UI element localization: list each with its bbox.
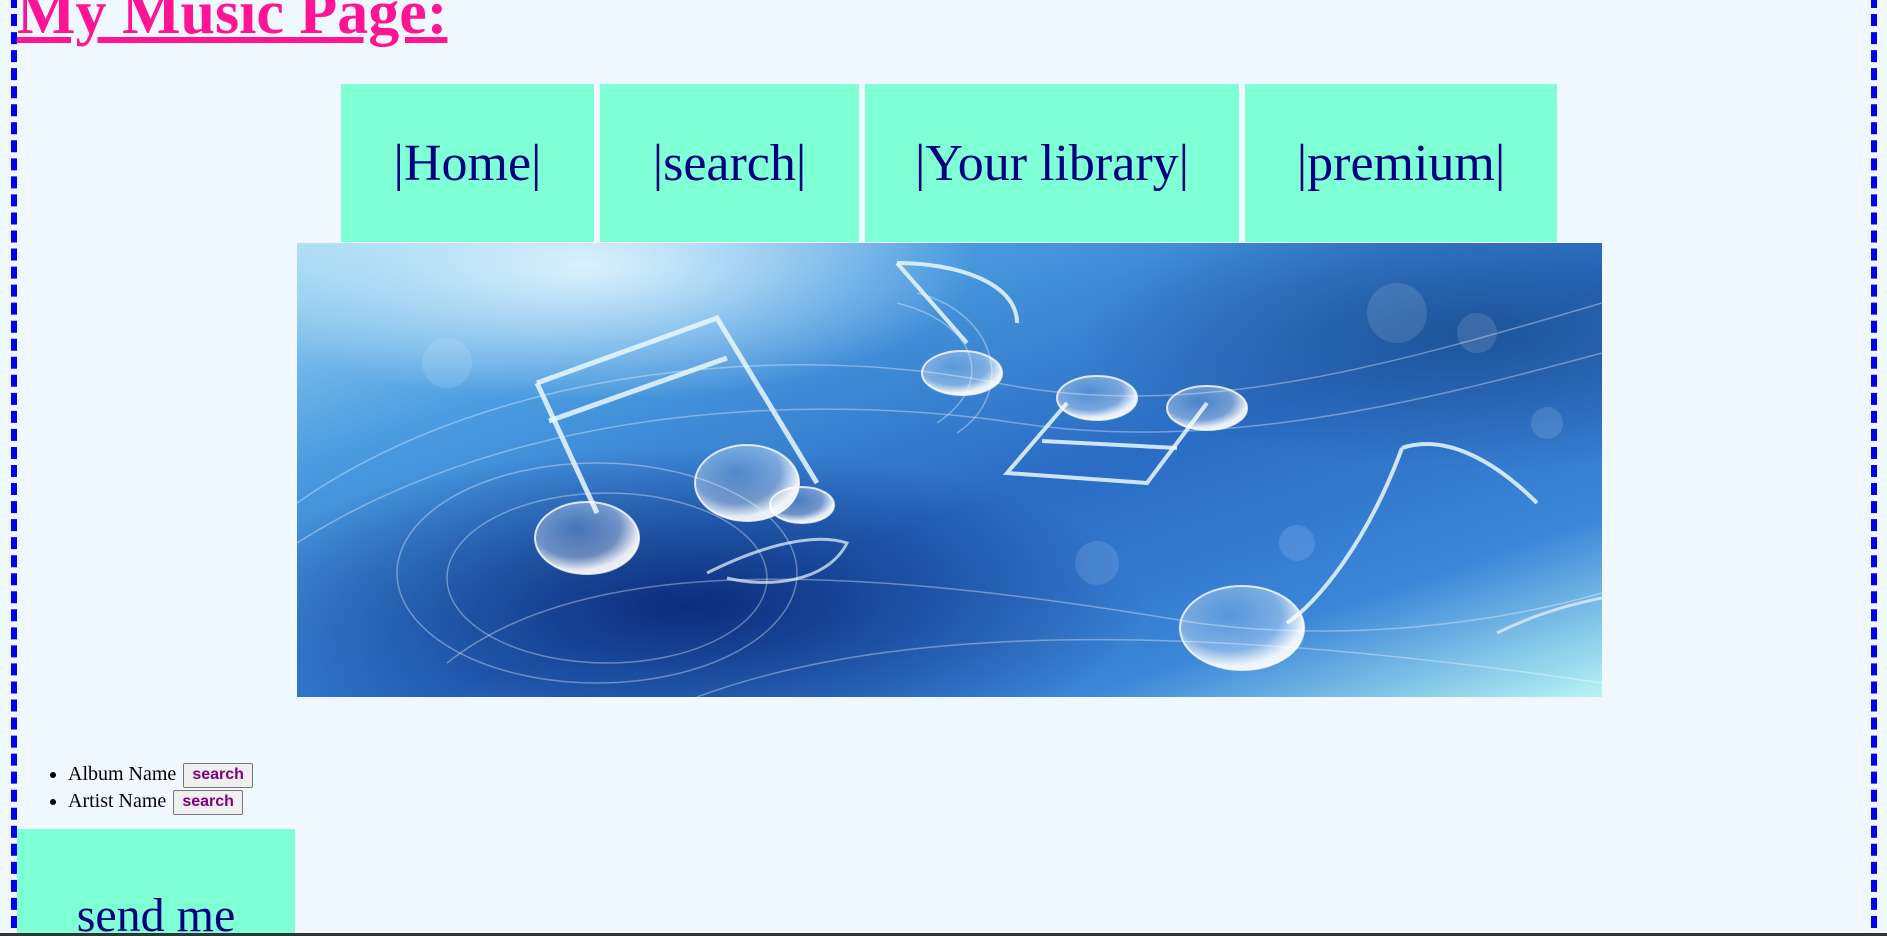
list-item: Artist Name search — [68, 788, 253, 815]
artist-search-button[interactable]: search — [173, 789, 243, 815]
nav-item-home[interactable]: |Home| — [341, 84, 594, 242]
nav-item-search[interactable]: |search| — [600, 84, 859, 242]
music-notes-banner-image — [297, 243, 1602, 697]
artist-name-label: Artist Name — [68, 790, 167, 812]
album-name-label: Album Name — [68, 763, 177, 785]
send-me-box[interactable]: send me — [17, 829, 295, 936]
page-title: My Music Page: — [17, 0, 448, 47]
list-item: Album Name search — [68, 761, 253, 788]
nav-item-premium[interactable]: |premium| — [1245, 84, 1557, 242]
send-me-label: send me — [76, 889, 236, 936]
album-search-button[interactable]: search — [183, 762, 253, 788]
main-nav: |Home| |search| |Your library| |premium| — [341, 84, 1557, 242]
nav-item-your-library[interactable]: |Your library| — [865, 84, 1239, 242]
search-options-list: Album Name search Artist Name search — [20, 761, 253, 815]
